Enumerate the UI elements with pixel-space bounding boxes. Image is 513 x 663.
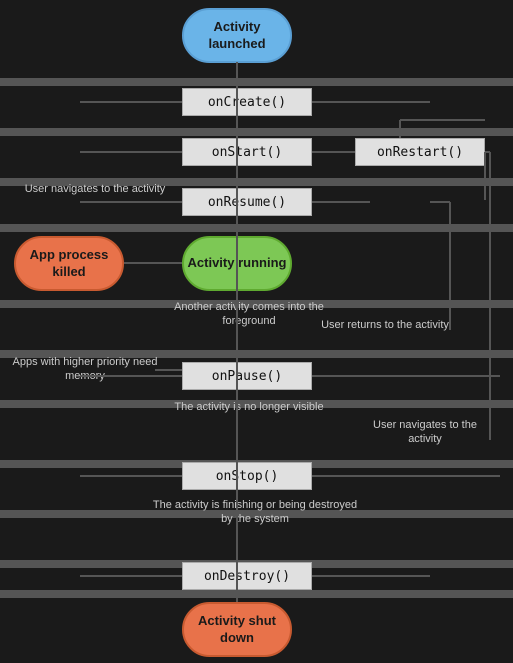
onresume-box: onResume() — [182, 188, 312, 216]
activity-running-label: Activity running — [188, 255, 287, 272]
activity-launched-label: Activity launched — [184, 19, 290, 53]
activity-shut-down-label: Activity shut down — [184, 613, 290, 647]
app-process-killed-label: App process killed — [16, 247, 122, 281]
sep-bar-2 — [0, 128, 513, 136]
apps-priority-label: Apps with higher priority need memory — [10, 355, 160, 384]
sep-bar-4 — [0, 224, 513, 232]
no-longer-visible-label: The activity is no longer visible — [174, 400, 324, 414]
oncreate-box: onCreate() — [182, 88, 312, 116]
another-activity-label: Another activity comes into the foregrou… — [174, 300, 324, 329]
activity-running-oval: Activity running — [182, 236, 292, 291]
sep-bar-11 — [0, 590, 513, 598]
ondestroy-box: onDestroy() — [182, 562, 312, 590]
activity-launched-oval: Activity launched — [182, 8, 292, 63]
activity-finishing-label: The activity is finishing or being destr… — [150, 498, 360, 527]
sep-bar-1 — [0, 78, 513, 86]
onstart-box: onStart() — [182, 138, 312, 166]
app-process-killed-oval: App process killed — [14, 236, 124, 291]
user-navigates-to-label: User navigates to the activity — [20, 182, 170, 196]
activity-shut-down-oval: Activity shut down — [182, 602, 292, 657]
onstop-box: onStop() — [182, 462, 312, 490]
user-returns-label: User returns to the activity — [320, 318, 450, 332]
activity-lifecycle-diagram: Activity launched onCreate() onStart() o… — [0, 0, 513, 663]
onrestart-box: onRestart() — [355, 138, 485, 166]
user-navigates-to2-label: User navigates to the activity — [360, 418, 490, 447]
onpause-box: onPause() — [182, 362, 312, 390]
